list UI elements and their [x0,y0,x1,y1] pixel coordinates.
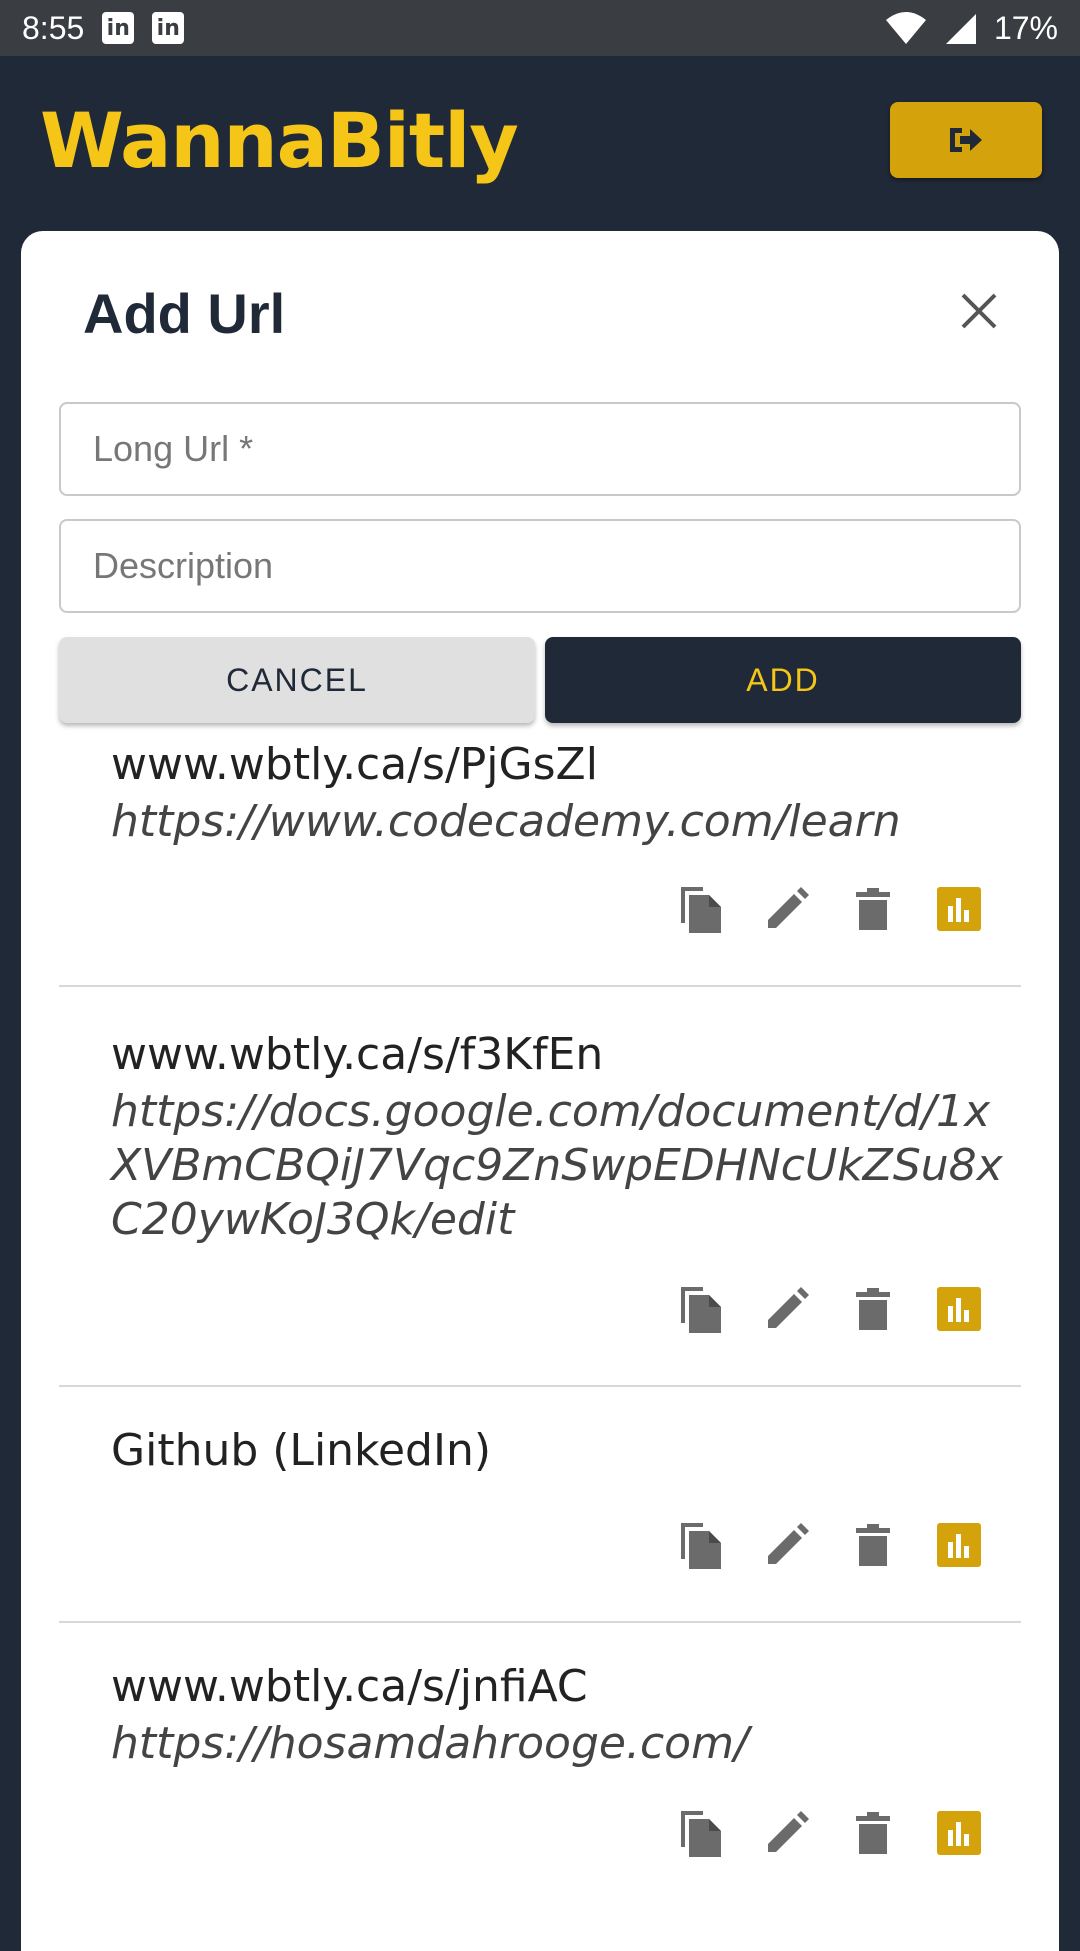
bar-chart-icon [937,1523,981,1567]
linkedin-notification-icon: in [102,12,135,44]
long-url: https://hosamdahrooge.com/ [111,1718,749,1769]
sign-out-icon [950,128,982,152]
linkedin-notification-icon: in [152,12,185,44]
close-icon [961,293,997,329]
copy-icon [681,1287,721,1333]
add-url-card: Add Url CANCEL ADD www.wbtly.ca/s/PjGsZl… [21,231,1059,1951]
edit-button[interactable] [763,1285,811,1333]
app-header: WannaBitly [0,56,1080,231]
short-url[interactable]: www.wbtly.ca/s/jnfiAC [111,1661,588,1712]
edit-button[interactable] [763,1521,811,1569]
delete-button[interactable] [849,1521,897,1569]
logout-button[interactable] [890,102,1042,178]
battery-level: 17% [993,9,1058,46]
description-field[interactable] [59,519,1021,613]
copy-button[interactable] [677,1285,725,1333]
edit-button[interactable] [763,1809,811,1857]
close-button[interactable] [957,289,1001,333]
list-item: www.wbtly.ca/s/jnfiAC https://hosamdahro… [59,1623,1021,1923]
pencil-icon [768,1287,809,1328]
list-item: www.wbtly.ca/s/PjGsZl https://www.codeca… [59,723,1021,987]
list-item: Github (LinkedIn) [59,1387,1021,1623]
copy-button[interactable] [677,885,725,933]
list-item: www.wbtly.ca/s/f3KfEn https://docs.googl… [59,987,1021,1387]
long-url: https://docs.google.com/document/d/1xXVB… [111,1086,1003,1245]
trash-icon [856,1288,890,1330]
clock: 8:55 [22,9,85,46]
pencil-icon [768,1523,809,1564]
stats-button[interactable] [935,885,983,933]
copy-button[interactable] [677,1809,725,1857]
status-bar: 8:55 in in 17% [0,0,1080,56]
cancel-button[interactable]: CANCEL [59,637,535,723]
delete-button[interactable] [849,885,897,933]
edit-button[interactable] [763,885,811,933]
long-url: https://www.codecademy.com/learn [111,796,901,847]
trash-icon [856,1524,890,1566]
copy-icon [681,887,721,933]
stats-button[interactable] [935,1521,983,1569]
item-actions [677,885,983,933]
item-actions [677,1521,983,1569]
pencil-icon [768,887,809,928]
delete-button[interactable] [849,1809,897,1857]
bar-chart-icon [937,1811,981,1855]
short-url[interactable]: Github (LinkedIn) [111,1425,491,1476]
pencil-icon [768,1811,809,1852]
trash-icon [856,888,890,930]
description-input[interactable] [61,521,1019,611]
item-actions [677,1285,983,1333]
dialog-title: Add Url [83,282,286,345]
url-list: www.wbtly.ca/s/PjGsZl https://www.codeca… [59,723,1021,1923]
stats-button[interactable] [935,1809,983,1857]
long-url-field[interactable] [59,402,1021,496]
signal-icon [945,14,976,44]
copy-icon [681,1811,721,1857]
item-actions [677,1809,983,1857]
add-button[interactable]: ADD [545,637,1021,723]
trash-icon [856,1812,890,1854]
copy-button[interactable] [677,1521,725,1569]
stats-button[interactable] [935,1285,983,1333]
copy-icon [681,1523,721,1569]
bar-chart-icon [937,1287,981,1331]
short-url[interactable]: www.wbtly.ca/s/f3KfEn [111,1029,603,1080]
app-logo: WannaBitly [40,96,519,185]
wifi-icon [885,12,926,44]
delete-button[interactable] [849,1285,897,1333]
bar-chart-icon [937,887,981,931]
short-url[interactable]: www.wbtly.ca/s/PjGsZl [111,739,598,790]
long-url-input[interactable] [61,404,1019,494]
